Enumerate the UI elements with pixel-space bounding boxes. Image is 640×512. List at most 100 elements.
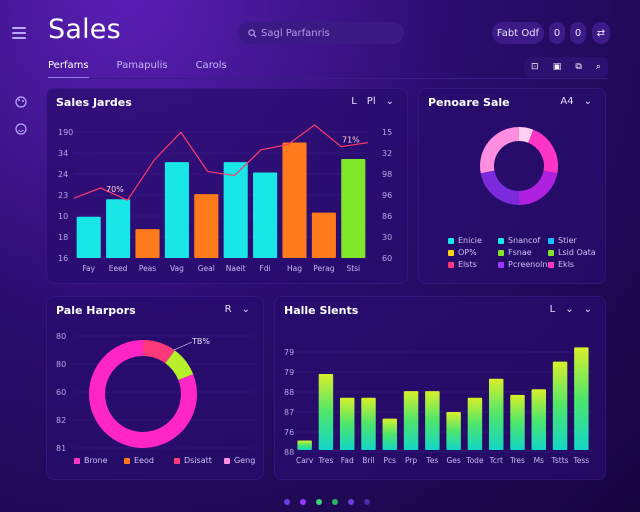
bar: [135, 229, 160, 258]
tab-pamapulis[interactable]: Pamapulis: [117, 60, 168, 79]
sales-jardes-panel: Sales Jardes L Pl ⌄ 190 34 24 23 10 18 16 15 32 9…: [46, 88, 408, 284]
page-dot[interactable]: [348, 499, 354, 505]
tab-carols[interactable]: Carols: [196, 60, 227, 79]
zoom-icon[interactable]: ⌕: [596, 62, 601, 72]
legend-swatch: [124, 457, 130, 464]
x-tick-label: Carv: [296, 456, 314, 465]
legend-label: Enicie: [458, 236, 482, 245]
x-tick-label: Bril: [362, 456, 374, 465]
search-placeholder: Sagl Parfanris: [261, 27, 330, 39]
pale-harpors-panel: Pale Harpors R ⌄ 80 80 60 82 81 TB% Brone Eeod…: [46, 296, 264, 480]
legend-swatch: [74, 457, 80, 464]
y2-tick-label: 15: [382, 128, 392, 137]
legend-swatch: [548, 237, 554, 244]
smile-icon[interactable]: [14, 122, 28, 136]
donut-slice: [518, 127, 534, 143]
y2-tick-label: 98: [382, 170, 392, 179]
tab-bar: Perfams Pamapulis Carols: [48, 60, 227, 79]
bar: [164, 162, 189, 258]
legend-item: Lsid Oata: [548, 248, 596, 257]
legend-label: Pcreenolne: [508, 260, 553, 269]
page-dot[interactable]: [316, 499, 322, 505]
legend-item: Elsts: [448, 260, 477, 269]
x-tick-label: Naeit: [226, 264, 246, 273]
legend-label: Eeod: [134, 456, 154, 465]
y-tick-label: 18: [58, 233, 68, 242]
y-tick-label: 80: [56, 332, 66, 341]
annotation-leader: [173, 341, 193, 351]
menu-icon[interactable]: [12, 24, 26, 39]
pagination-dots: [284, 499, 370, 505]
tab-divider: [48, 78, 608, 79]
bar: [467, 397, 483, 450]
legend-label: Lsid Oata: [558, 248, 596, 257]
annotation: TB%: [191, 337, 210, 346]
y-tick-label: 79: [284, 348, 294, 357]
annotation: 71%: [342, 136, 360, 145]
legend-swatch: [498, 261, 504, 268]
bar: [574, 347, 589, 450]
bar: [531, 389, 547, 450]
tab-perfams[interactable]: Perfams: [48, 60, 89, 79]
bar: [339, 397, 355, 450]
legend-label: Brone: [84, 456, 108, 465]
phone-icon[interactable]: 0: [570, 22, 586, 44]
copy-icon[interactable]: ⧉: [575, 62, 581, 72]
y-tick-label: 34: [58, 149, 68, 158]
y-tick-label: 80: [56, 360, 66, 369]
pale-donut-chart: 80 80 60 82 81 TB%: [56, 332, 254, 453]
x-tick-label: Tcrt: [488, 456, 503, 465]
palette-icon[interactable]: [14, 95, 28, 109]
device-icon[interactable]: 0: [549, 22, 565, 44]
legend-item: Eeod: [124, 456, 154, 465]
x-tick-label: Tres: [509, 456, 525, 465]
y2-tick-label: 30: [382, 233, 392, 242]
legend-label: OP%: [458, 248, 477, 257]
donut-slice: [164, 350, 194, 381]
page-dot[interactable]: [284, 499, 290, 505]
x-tick-label: Eeed: [109, 264, 128, 273]
grid-view-icon[interactable]: ⊡: [531, 62, 539, 72]
card-view-icon[interactable]: ▣: [553, 62, 562, 72]
bar: [382, 418, 398, 450]
legend-item: Ekls: [548, 260, 574, 269]
legend-label: Stier: [558, 236, 577, 245]
x-tick-label: Prp: [405, 456, 417, 465]
legend-label: Snancof: [508, 236, 541, 245]
y-tick-label: 10: [58, 212, 68, 221]
legend-item: Brone: [74, 456, 108, 465]
swap-icon[interactable]: ⇄: [592, 22, 610, 44]
bar: [510, 394, 525, 450]
view-toolbar: ⊡ ▣ ⧉ ⌕: [524, 57, 608, 77]
x-tick-label: Vag: [170, 264, 184, 273]
y-tick-label: 82: [56, 416, 66, 425]
bar: [361, 397, 376, 450]
x-tick-label: Peas: [139, 264, 156, 273]
sales-bar-chart: 190 34 24 23 10 18 16 15 32 98 96 86 30 60 Fay Eeed Peas…: [58, 124, 392, 273]
legend-item: Enicie: [448, 236, 482, 245]
bar: [194, 194, 219, 258]
donut-slice: [142, 340, 175, 364]
y-tick-label: 87: [284, 408, 294, 417]
legend-swatch: [498, 237, 504, 244]
filter-button[interactable]: Fabt Odf: [492, 22, 544, 44]
page-dot[interactable]: [300, 499, 306, 505]
legend-item: Stier: [548, 236, 577, 245]
penoare-sale-panel: Penoare Sale A4 ⌄ Enicie Snancof Stier OP% F…: [418, 88, 606, 284]
legend-item: Snancof: [498, 236, 540, 245]
search-input[interactable]: Sagl Parfanris: [238, 22, 404, 44]
bar: [318, 374, 334, 450]
halle-bar-chart: 797988877688Carv Tres Fad Bril Pcs Prp Tes Ges T…: [284, 347, 592, 465]
x-tick-label: Hag: [287, 264, 302, 273]
y-tick-label: 23: [58, 191, 68, 200]
legend-item: Geng: [224, 456, 255, 465]
halle-slents-panel: Halle Slents L ⌄ ⌄ 79 79 88 87 76 88 Carv Tres F…: [274, 296, 606, 480]
bar: [311, 212, 336, 258]
page-dot[interactable]: [332, 499, 338, 505]
y-tick-label: 190: [58, 128, 73, 137]
bar: [403, 391, 419, 450]
legend-swatch: [448, 237, 454, 244]
x-tick-label: Perag: [313, 264, 335, 273]
donut-slice: [518, 170, 558, 205]
page-dot[interactable]: [364, 499, 370, 505]
